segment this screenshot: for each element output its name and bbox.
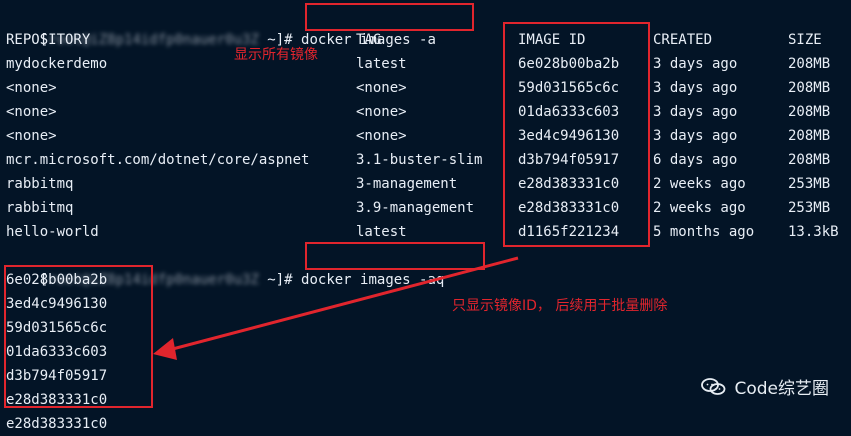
terminal-window[interactable]: [root@iZ8p14idfp0nauer0u3Z ~]# docker im… [0, 0, 851, 432]
watermark: Code综艺圈 [700, 374, 829, 399]
watermark-text: Code综艺圈 [734, 379, 829, 399]
wechat-icon [701, 377, 726, 395]
annotation-arrow [153, 256, 519, 360]
